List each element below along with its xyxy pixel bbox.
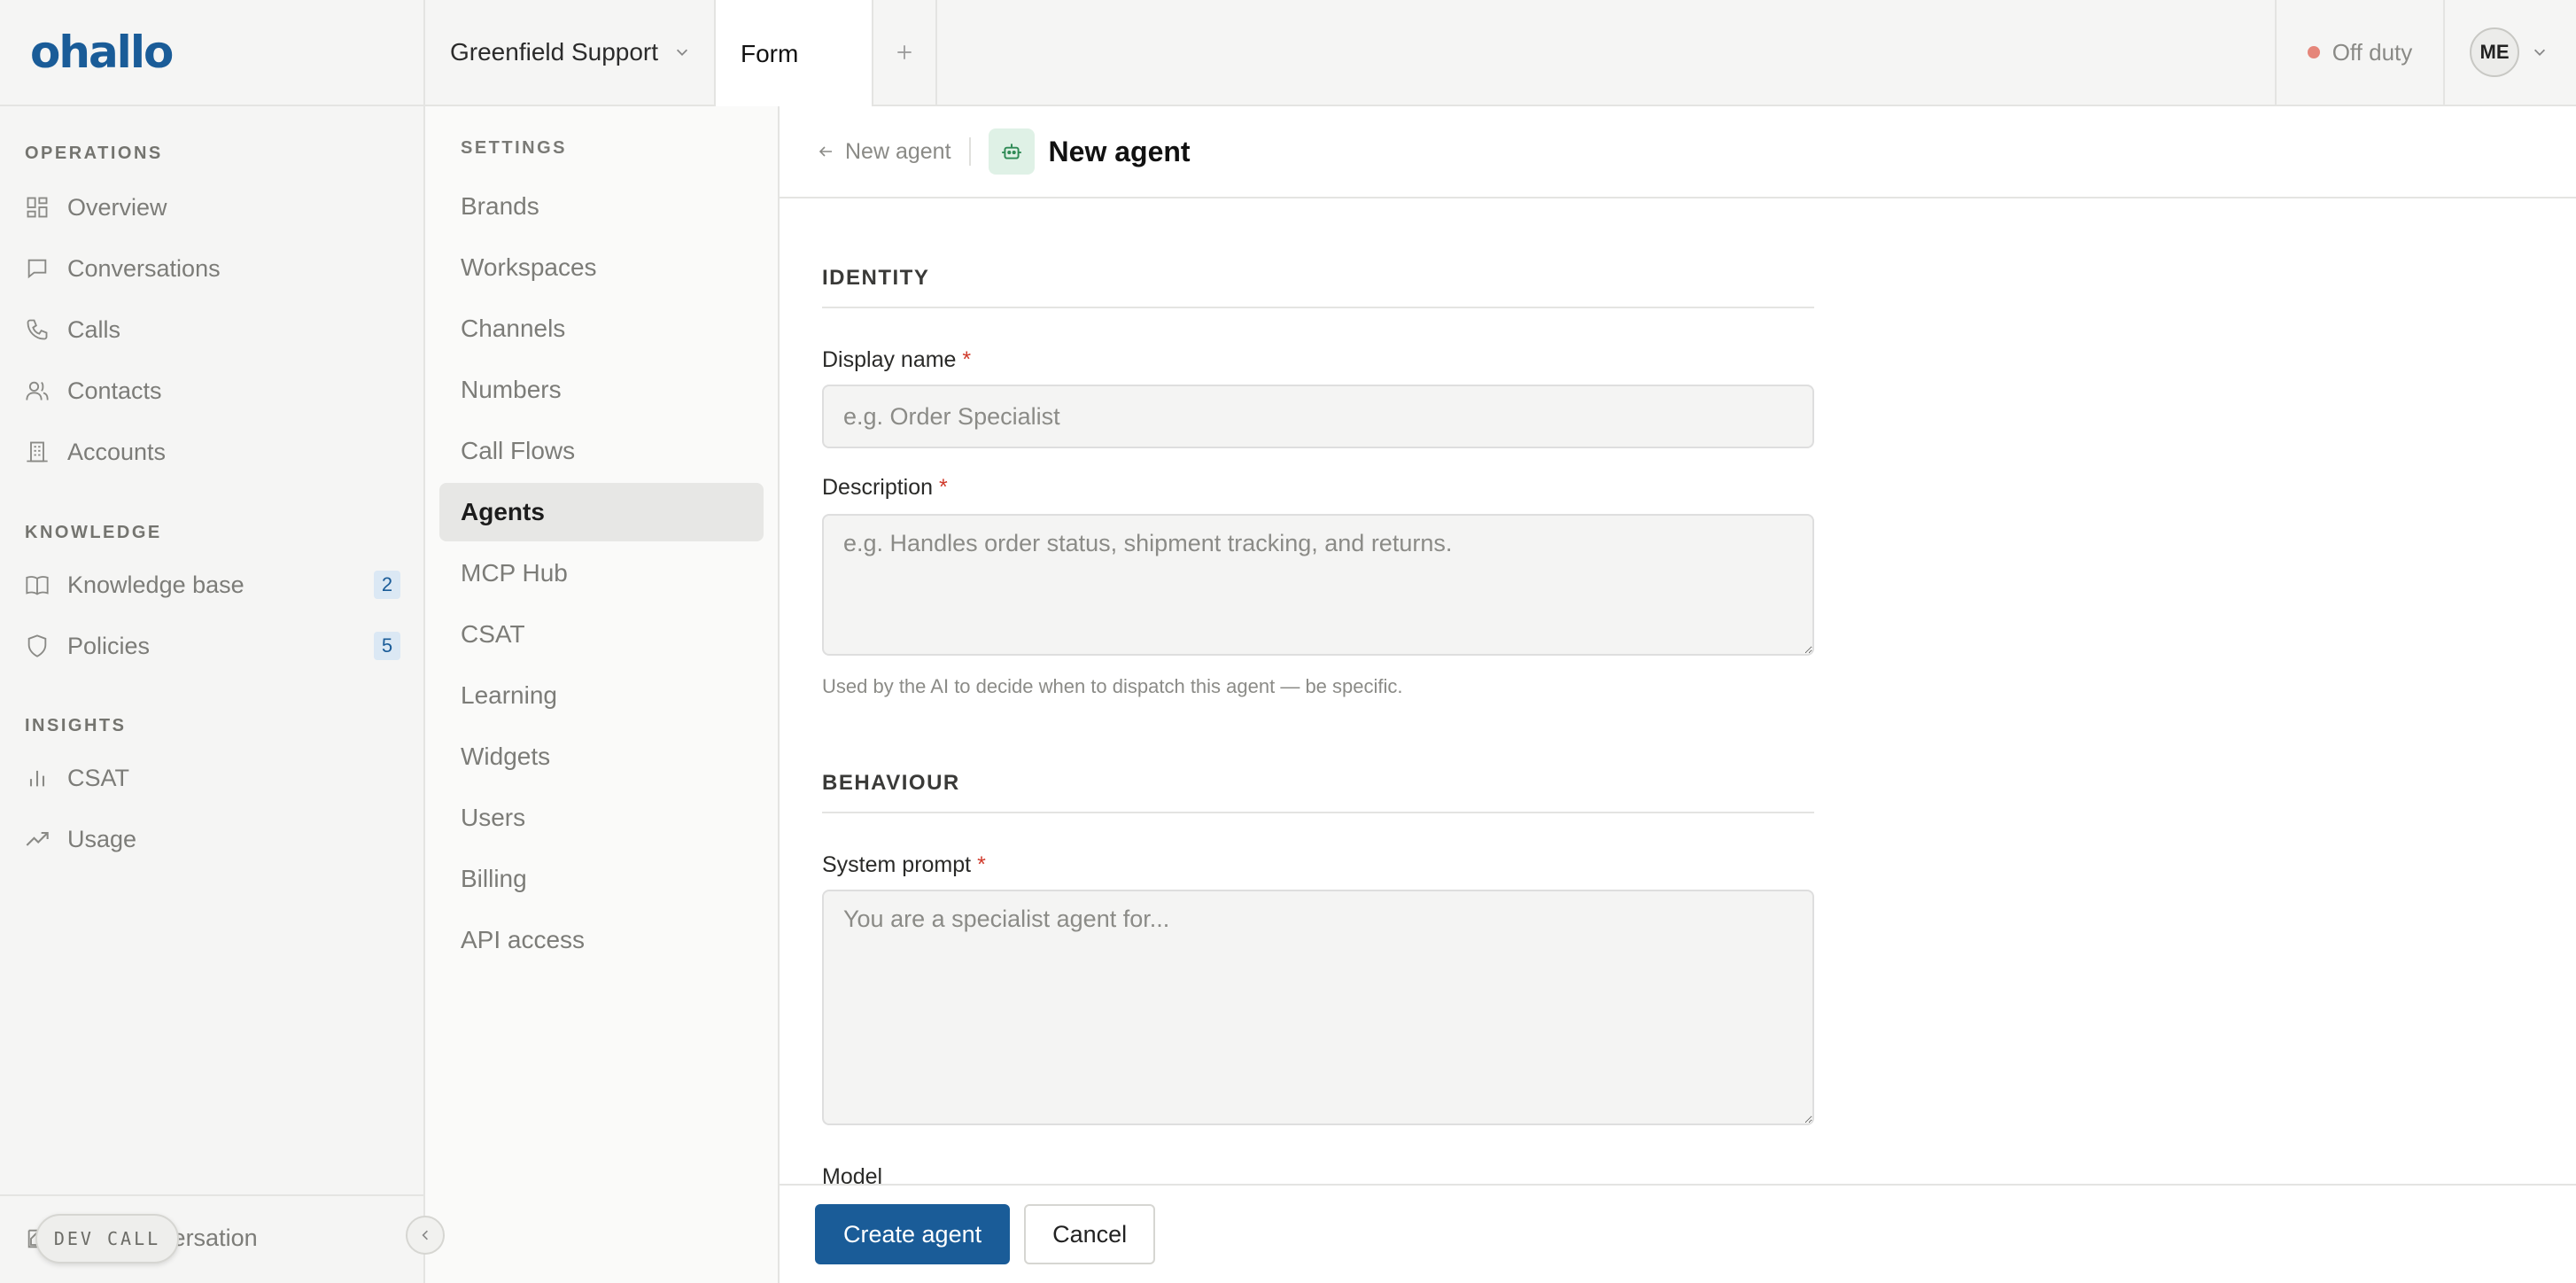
- settings-item-users[interactable]: Users: [439, 789, 764, 847]
- settings-item-widgets[interactable]: Widgets: [439, 727, 764, 786]
- system-prompt-label-text: System prompt: [822, 852, 972, 877]
- count-badge: 2: [374, 571, 400, 599]
- settings-title: SETTINGS: [461, 138, 568, 158]
- chevron-left-icon: [422, 1230, 428, 1240]
- page-title: New agent: [1048, 135, 1191, 167]
- section-heading-identity: IDENTITY: [822, 257, 1814, 308]
- settings-item-learning[interactable]: Learning: [439, 666, 764, 725]
- top-bar: ohallo Greenfield Support Form Off duty …: [0, 0, 2576, 108]
- users-icon: [26, 381, 49, 400]
- sidebar-item-calls[interactable]: Calls: [25, 308, 400, 351]
- system-prompt-label: System prompt *: [822, 852, 986, 878]
- sidebar-item-label: Conversations: [67, 254, 221, 282]
- settings-item-workspaces[interactable]: Workspaces: [439, 238, 764, 297]
- section-label-operations: OPERATIONS: [25, 144, 163, 163]
- form-footer: Create agent Cancel: [780, 1184, 2576, 1283]
- description-label-text: Description: [822, 475, 934, 500]
- sidebar-item-label: Contacts: [67, 377, 162, 404]
- chat-icon: [27, 259, 47, 279]
- required-marker: *: [962, 347, 972, 372]
- user-menu[interactable]: ME: [2445, 0, 2576, 105]
- sidebar-item-overview[interactable]: Overview: [25, 186, 400, 229]
- status-dot-icon: [2307, 46, 2320, 58]
- sidebar-item-knowledge-base[interactable]: Knowledge base 2: [25, 564, 400, 606]
- workspace-switcher[interactable]: Greenfield Support: [425, 0, 716, 105]
- back-link-label: New agent: [845, 138, 951, 164]
- create-agent-button[interactable]: Create agent: [815, 1204, 1011, 1264]
- arrow-left-icon: [819, 146, 832, 157]
- description-textarea[interactable]: [822, 514, 1814, 656]
- settings-item-brands[interactable]: Brands: [439, 177, 764, 236]
- display-name-input[interactable]: [822, 385, 1814, 448]
- section-label-knowledge: KNOWLEDGE: [25, 523, 162, 542]
- tab-form-label: Form: [741, 40, 799, 67]
- required-marker: *: [939, 475, 948, 500]
- sidebar: OPERATIONS Overview Conversations Calls …: [0, 106, 425, 1283]
- display-name-label: Display name *: [822, 347, 971, 373]
- system-prompt-textarea[interactable]: [822, 890, 1814, 1125]
- description-label: Description *: [822, 475, 948, 501]
- building-icon: [27, 441, 48, 463]
- chevron-down-icon: [677, 49, 688, 56]
- count-badge: 5: [374, 632, 400, 660]
- collapse-sidebar-button[interactable]: [406, 1216, 445, 1255]
- sidebar-item-accounts[interactable]: Accounts: [25, 431, 400, 473]
- page-header: New agent New agent: [780, 106, 2576, 198]
- header-divider: [968, 137, 971, 166]
- settings-nav: SETTINGS Brands Workspaces Channels Numb…: [425, 106, 780, 1283]
- sidebar-item-label: Usage: [67, 825, 137, 852]
- dev-call-pill[interactable]: DEV CALL: [35, 1214, 179, 1264]
- sidebar-item-label: Overview: [67, 193, 167, 221]
- sidebar-item-usage[interactable]: Usage: [25, 818, 400, 860]
- book-icon: [26, 576, 49, 595]
- app-logo[interactable]: ohallo: [30, 27, 174, 78]
- workspace-name: Greenfield Support: [450, 38, 659, 66]
- avatar: ME: [2470, 27, 2519, 77]
- sidebar-item-label: Accounts: [67, 438, 167, 465]
- add-tab-button[interactable]: [873, 0, 937, 105]
- brand-area: ohallo: [0, 0, 425, 105]
- duty-status-label: Off duty: [2332, 38, 2413, 66]
- sidebar-item-label: Knowledge base: [67, 571, 244, 598]
- sidebar-footer: New conversation DEV CALL: [0, 1194, 423, 1283]
- top-bar-spacer: [937, 0, 2275, 105]
- settings-item-numbers[interactable]: Numbers: [439, 361, 764, 419]
- back-link[interactable]: New agent: [817, 139, 951, 165]
- required-marker: *: [977, 852, 986, 877]
- settings-item-mcp-hub[interactable]: MCP Hub: [439, 544, 764, 603]
- sidebar-item-label: CSAT: [67, 764, 130, 791]
- section-heading-behaviour: BEHAVIOUR: [822, 762, 1814, 813]
- settings-item-call-flows[interactable]: Call Flows: [439, 422, 764, 480]
- sidebar-item-label: Calls: [67, 315, 121, 343]
- sidebar-item-csat[interactable]: CSAT: [25, 757, 400, 799]
- chevron-down-icon: [2533, 49, 2546, 56]
- section-label-insights: INSIGHTS: [25, 716, 127, 735]
- phone-icon: [27, 319, 48, 340]
- plus-icon: [897, 45, 912, 59]
- sidebar-item-conversations[interactable]: Conversations: [25, 247, 400, 290]
- trend-icon: [26, 831, 49, 846]
- shield-icon: [27, 634, 47, 657]
- tab-form[interactable]: Form: [716, 0, 873, 108]
- settings-item-billing[interactable]: Billing: [439, 850, 764, 908]
- grid-icon: [27, 197, 48, 218]
- settings-item-agents[interactable]: Agents: [439, 483, 764, 541]
- settings-item-channels[interactable]: Channels: [439, 299, 764, 358]
- sidebar-item-contacts[interactable]: Contacts: [25, 369, 400, 412]
- cancel-button[interactable]: Cancel: [1024, 1204, 1156, 1264]
- settings-item-csat[interactable]: CSAT: [439, 605, 764, 664]
- display-name-label-text: Display name: [822, 347, 957, 372]
- duty-status-toggle[interactable]: Off duty: [2275, 0, 2445, 105]
- agent-icon: [988, 128, 1035, 175]
- bar-chart-icon: [29, 770, 45, 787]
- main-panel: New agent New agent IDENTITY Display nam…: [780, 106, 2576, 1283]
- settings-item-api-access[interactable]: API access: [439, 911, 764, 969]
- description-hint: Used by the AI to decide when to dispatc…: [822, 675, 1403, 697]
- sidebar-item-label: Policies: [67, 632, 151, 659]
- sidebar-item-policies[interactable]: Policies 5: [25, 625, 400, 667]
